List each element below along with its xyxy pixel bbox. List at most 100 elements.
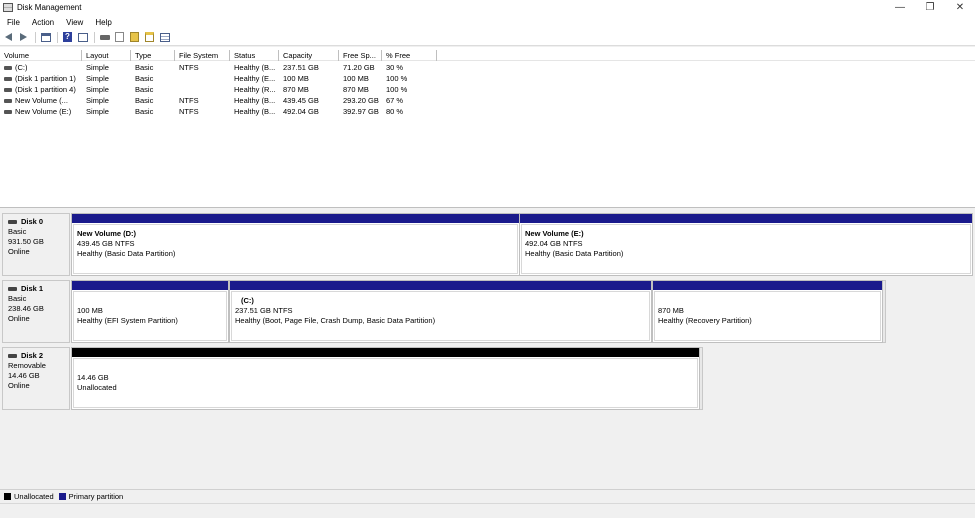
volume-cell: New Volume (E:) (0, 106, 82, 117)
table-row[interactable]: New Volume (... Simple Basic NTFS Health… (0, 95, 975, 106)
menu-action[interactable]: Action (27, 18, 59, 27)
connect-disk-button[interactable] (99, 32, 110, 43)
column-percent-free[interactable]: % Free (382, 50, 437, 61)
table-row[interactable]: (C:) Simple Basic NTFS Healthy (B... 237… (0, 62, 975, 73)
drive-icon (4, 98, 12, 103)
partition-disk0-d[interactable]: New Volume (D:) 439.45 GB NTFS Healthy (… (71, 213, 520, 276)
disk-name: Disk 0 (8, 217, 69, 227)
disk-kind: Removable (8, 361, 46, 370)
column-file-system[interactable]: File System (175, 50, 230, 61)
close-button[interactable]: ✕ (945, 0, 975, 15)
forward-button[interactable] (18, 32, 29, 43)
partition-disk0-e[interactable]: New Volume (E:) 492.04 GB NTFS Healthy (… (519, 213, 973, 276)
minimize-button[interactable]: — (885, 0, 915, 15)
partition-name: (C:) (241, 296, 254, 305)
help-button[interactable]: ? (62, 32, 73, 43)
menu-view[interactable]: View (61, 18, 88, 27)
title-bar: Disk Management (0, 0, 975, 15)
partition-bar (653, 281, 882, 290)
column-volume[interactable]: Volume (0, 50, 82, 61)
partition-disk1-recovery[interactable]: 870 MB Healthy (Recovery Partition) (652, 280, 883, 343)
capacity-cell: 439.45 GB (283, 96, 319, 105)
show-hide-console-tree-button[interactable] (40, 32, 51, 43)
legend: Unallocated Primary partition (0, 489, 975, 503)
partition-name: New Volume (E:) (525, 229, 584, 238)
disk-state: Online (8, 314, 30, 323)
partition-size: 492.04 GB NTFS (525, 239, 583, 248)
disk-size: 14.46 GB (8, 371, 40, 380)
properties-button[interactable] (77, 32, 88, 43)
disk-1-label[interactable]: Disk 1 Basic 238.46 GB Online (2, 280, 70, 343)
percent-free-cell: 100 % (386, 74, 408, 83)
free-space-cell: 392.97 GB (343, 107, 379, 116)
list-view-button[interactable] (159, 32, 170, 43)
restore-button[interactable]: ❐ (915, 0, 945, 15)
disk-state: Online (8, 247, 30, 256)
status-cell: Healthy (R... (234, 85, 276, 94)
column-type[interactable]: Type (131, 50, 175, 61)
volume-list-header: Volume Layout Type File System Status Ca… (0, 50, 975, 61)
list-icon (159, 32, 170, 42)
legend-primary: Primary partition (58, 492, 123, 501)
fs-cell (175, 84, 230, 95)
disk-icon (8, 287, 17, 291)
column-status[interactable]: Status (230, 50, 279, 61)
disk-icon (8, 354, 17, 358)
partition-disk2-unallocated[interactable]: 14.46 GB Unallocated (71, 347, 700, 410)
volume-name: (Disk 1 partition 1) (15, 74, 76, 83)
menu-file[interactable]: File (2, 18, 25, 27)
toolbar-separator (35, 31, 36, 43)
partition-bar (230, 281, 651, 290)
free-space-cell: 293.20 GB (343, 96, 379, 105)
volume-cell: (Disk 1 partition 4) (0, 84, 82, 95)
disk-name-text: Disk 1 (21, 284, 44, 293)
layout-cell: Simple (86, 74, 109, 83)
partition-bar (72, 348, 699, 357)
disk-0-label[interactable]: Disk 0 Basic 931.50 GB Online (2, 213, 70, 276)
disk-name-text: Disk 2 (21, 351, 44, 360)
column-free-space[interactable]: Free Sp... (339, 50, 382, 61)
volume-list[interactable]: Volume Layout Type File System Status Ca… (0, 47, 975, 208)
explore-button[interactable] (144, 32, 155, 43)
type-cell: Basic (135, 96, 154, 105)
checklist-button[interactable] (114, 32, 125, 43)
partition-status: Healthy (Basic Data Partition) (77, 249, 176, 258)
free-space-cell: 71.20 GB (343, 63, 375, 72)
drive-icon (4, 109, 12, 114)
volume-cell: New Volume (... (0, 95, 82, 106)
disk-map-pane[interactable]: Disk 0 Basic 931.50 GB Online New Volume… (0, 209, 975, 489)
unallocated-swatch (4, 493, 11, 500)
disk-kind: Basic (8, 227, 27, 236)
partition-body: 14.46 GB Unallocated (73, 358, 698, 408)
status-cell: Healthy (B... (234, 63, 276, 72)
back-arrow-icon (5, 33, 12, 41)
partition-size: 237.51 GB NTFS (235, 306, 293, 315)
table-row[interactable]: (Disk 1 partition 1) Simple Basic Health… (0, 73, 975, 84)
toolbar-separator (57, 31, 58, 43)
menu-help[interactable]: Help (90, 18, 116, 27)
column-layout[interactable]: Layout (82, 50, 131, 61)
partition-body: 870 MB Healthy (Recovery Partition) (654, 291, 881, 341)
partition-disk1-c[interactable]: (C:) 237.51 GB NTFS Healthy (Boot, Page … (229, 280, 652, 343)
partition-bar (72, 214, 519, 223)
disk-2-label[interactable]: Disk 2 Removable 14.46 GB Online (2, 347, 70, 410)
partition-body: 100 MB Healthy (EFI System Partition) (73, 291, 227, 341)
back-button[interactable] (3, 32, 14, 43)
status-cell: Healthy (E... (234, 74, 276, 83)
drive-icon (4, 65, 12, 70)
volume-name: (C:) (15, 63, 28, 72)
toolbar-separator (94, 31, 95, 43)
volume-cell: (Disk 1 partition 1) (0, 73, 82, 84)
primary-swatch (58, 493, 66, 500)
table-row[interactable]: (Disk 1 partition 4) Simple Basic Health… (0, 84, 975, 95)
percent-free-cell: 30 % (386, 63, 404, 72)
folder-icon (130, 32, 139, 42)
type-cell: Basic (135, 74, 154, 83)
partition-disk1-efi[interactable]: 100 MB Healthy (EFI System Partition) (71, 280, 229, 343)
partition-size: 870 MB (658, 306, 684, 315)
disk-size: 238.46 GB (8, 304, 44, 313)
table-row[interactable]: New Volume (E:) Simple Basic NTFS Health… (0, 106, 975, 117)
fs-cell: NTFS (179, 107, 199, 116)
open-button[interactable] (129, 32, 140, 43)
column-capacity[interactable]: Capacity (279, 50, 339, 61)
